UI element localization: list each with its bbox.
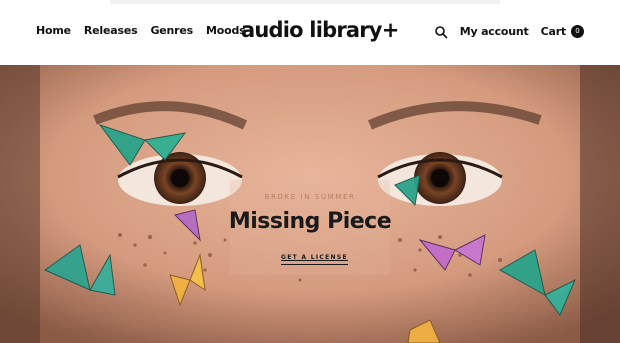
main-nav: Home Releases Genres Moods	[36, 24, 246, 37]
hero-content: BROKE IN SUMMER Missing Piece GET A LICE…	[0, 65, 620, 343]
get-license-button[interactable]: GET A LICENSE	[281, 254, 348, 265]
nav-genres[interactable]: Genres	[150, 24, 193, 37]
nav-home[interactable]: Home	[36, 24, 71, 37]
cart-count-badge: 0	[571, 24, 584, 38]
top-announcement-bar	[110, 0, 500, 4]
site-logo[interactable]: audio library+	[241, 18, 399, 42]
nav-releases[interactable]: Releases	[84, 24, 138, 37]
header-actions: My account Cart 0	[434, 24, 584, 39]
cart-button[interactable]: Cart 0	[540, 24, 584, 38]
cart-label: Cart	[540, 24, 567, 38]
search-icon[interactable]	[434, 24, 448, 39]
my-account-link[interactable]: My account	[460, 25, 529, 38]
nav-moods[interactable]: Moods	[206, 24, 246, 37]
hero-eyebrow: BROKE IN SUMMER	[264, 193, 356, 201]
site-header: Home Releases Genres Moods audio library…	[0, 0, 620, 65]
hero-title: Missing Piece	[228, 209, 392, 234]
